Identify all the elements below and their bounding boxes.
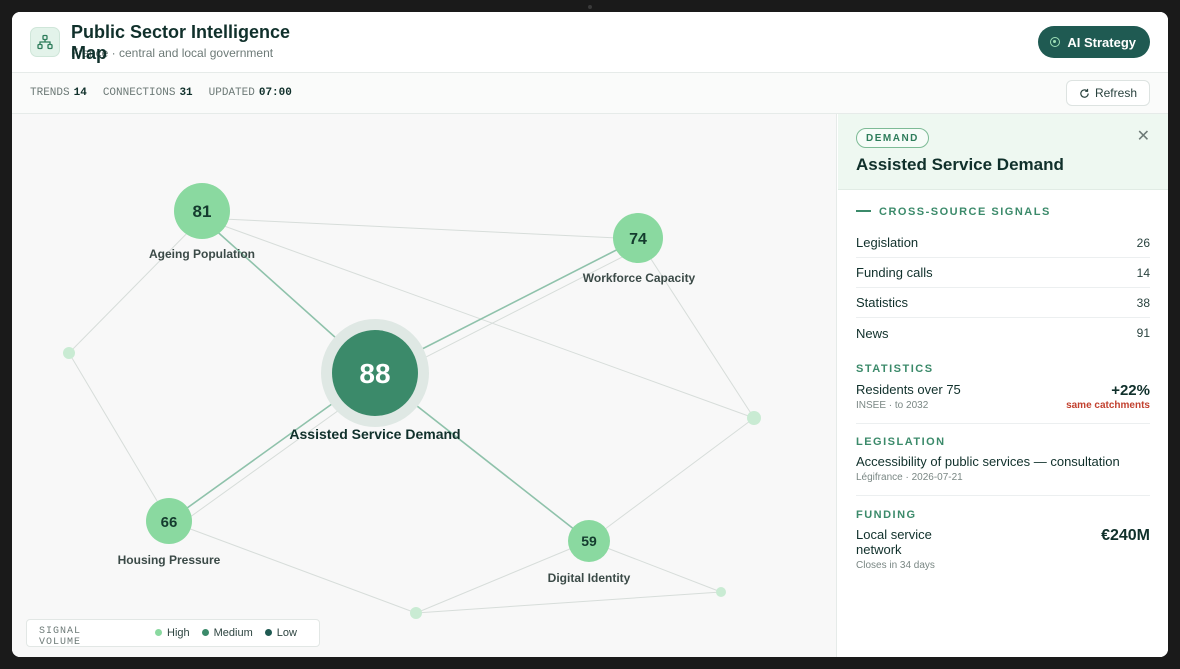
minor-signal-dot[interactable] [410,607,422,619]
svg-text:Workforce Capacity: Workforce Capacity [583,271,696,285]
ai-strategy-button[interactable]: AI Strategy [1038,26,1150,58]
page-title: Public Sector Intelligence Map [71,22,291,63]
target-icon [1050,37,1061,47]
svg-text:Housing Pressure: Housing Pressure [118,553,221,567]
legend-item-low: Low [264,627,297,639]
funding-section-label: FUNDING [856,509,917,521]
header: France · central and local government Pu… [12,12,1168,73]
category-badge: DEMAND [856,128,929,148]
signal-volume-legend: SIGNAL VOLUME High Medium Low [26,619,320,648]
legislation-section-label: LEGISLATION [856,436,946,448]
legend-item-medium: Medium [201,627,253,639]
refresh-label: Refresh [1094,86,1137,100]
network-icon [30,27,60,57]
intelligence-map[interactable]: 88 Assisted Service Demand 81 Ageing Pop… [12,114,837,657]
legend-item-high: High [155,627,190,639]
legend-title: SIGNAL VOLUME [39,626,82,648]
map-canvas: 88 Assisted Service Demand 81 Ageing Pop… [63,183,761,619]
minor-signal-dot[interactable] [63,347,75,359]
signal-row-news[interactable]: News 91 [856,318,1150,348]
refresh-icon [1080,88,1089,98]
svg-text:88: 88 [359,358,390,389]
signals-list: Legislation 26 Funding calls 14 Statistics… [856,228,1150,348]
svg-text:Assisted Service Demand: Assisted Service Demand [289,426,460,442]
node-housing-pressure[interactable]: 66 Housing Pressure [118,498,221,567]
node-assisted-service-demand[interactable]: 88 Assisted Service Demand [289,319,461,442]
close-icon[interactable]: ✕ [1137,126,1150,146]
detail-panel: DEMAND ✕ Assisted Service Demand CROSS-S… [838,114,1168,657]
signal-row-statistics[interactable]: Statistics 38 [856,288,1150,318]
statistics-item[interactable]: Residents over 75 INSEE · to 2032 +22% s… [856,382,1150,411]
svg-text:Digital Identity: Digital Identity [548,571,631,585]
detail-title: Assisted Service Demand [856,155,1064,174]
svg-text:66: 66 [161,514,178,531]
divider [856,495,1150,496]
detail-panel-header: DEMAND ✕ Assisted Service Demand [838,114,1168,190]
svg-text:59: 59 [581,533,597,549]
funding-item[interactable]: Local service network Closes in 34 days … [856,527,1150,571]
node-ageing-population[interactable]: 81 Ageing Population [149,183,255,261]
refresh-button[interactable]: Refresh [1065,80,1150,106]
svg-text:Ageing Population: Ageing Population [149,247,255,261]
svg-text:81: 81 [193,202,212,221]
statistics-note: same catchments [1066,400,1150,411]
minor-signal-dot[interactable] [716,587,726,597]
node-workforce-capacity[interactable]: 74 Workforce Capacity [583,213,696,285]
divider [856,423,1150,424]
camera-dot [588,5,592,9]
app-screen: France · central and local government Pu… [12,12,1168,657]
signal-row-legislation[interactable]: Legislation 26 [856,228,1150,258]
legislation-item[interactable]: Accessibility of public services — consu… [856,454,1150,483]
stats-bar: TRENDS 14 CONNECTIONS 31 UPDATED 07:00 Refr… [12,73,1168,114]
svg-text:74: 74 [629,231,647,248]
trends-stat: TRENDS 14 [30,87,87,99]
updated-stat: UPDATED 07:00 [208,87,292,99]
statistics-section-label: STATISTICS [856,363,934,375]
signal-row-funding-calls[interactable]: Funding calls 14 [856,258,1150,288]
funding-value: €240M [1101,527,1150,544]
signals-section-label: CROSS-SOURCE SIGNALS [856,206,1051,218]
connections-stat: CONNECTIONS 31 [102,87,193,99]
minor-signal-dot[interactable] [747,411,761,425]
ai-strategy-label: AI Strategy [1067,34,1136,50]
statistics-value: +22% [1111,382,1150,399]
